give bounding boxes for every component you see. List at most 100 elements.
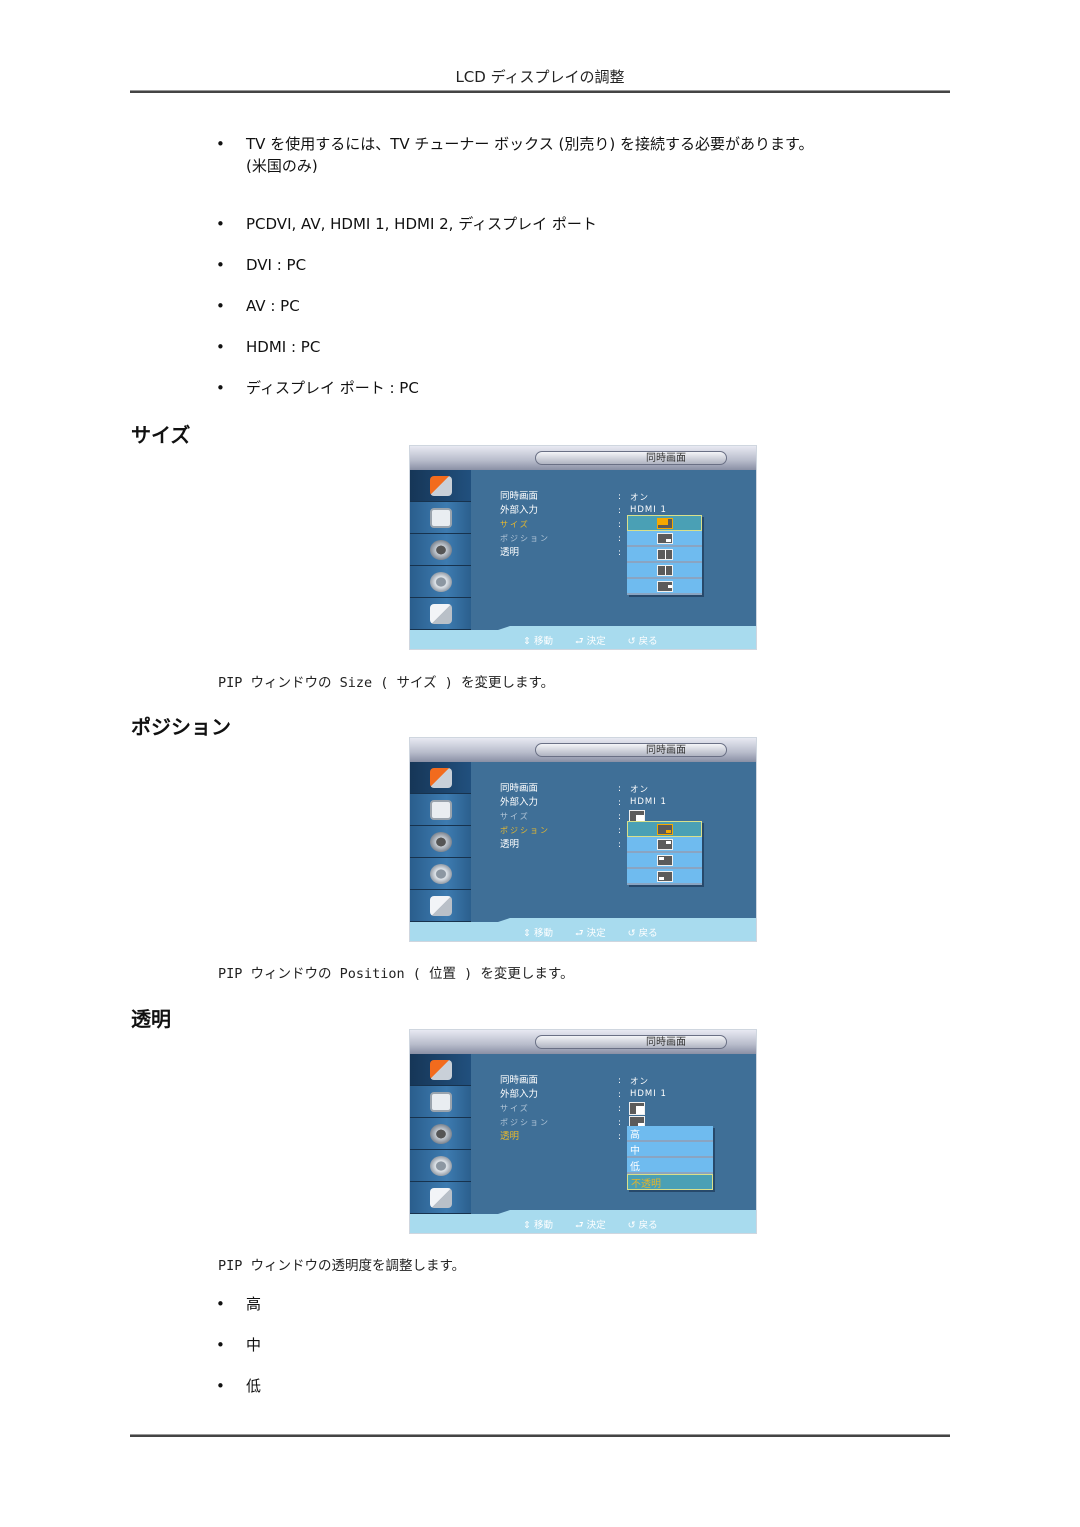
osd-menu-rows: 同時画面 外部入力 サイズ ポジション 透明 [500, 490, 550, 560]
osd-sidebar-item-setup[interactable] [410, 566, 471, 598]
osd-sidebar-item-input[interactable] [410, 762, 471, 794]
multi-control-icon [429, 603, 452, 624]
osd-title: 同時画面 [535, 1035, 727, 1049]
osd-row[interactable]: サイズ [500, 810, 550, 824]
dropdown-option[interactable]: 不透明 [627, 1174, 713, 1190]
bullet-item: • PCDVI, AV, HDMI 1, HDMI 2, ディスプレイ ポート [216, 215, 597, 233]
osd-row[interactable]: 同時画面 [500, 490, 550, 504]
dropdown-option[interactable]: 中 [627, 1142, 713, 1158]
osd-colon: : [618, 1118, 622, 1128]
osd-row[interactable]: サイズ [500, 518, 550, 532]
osd-value-source: HDMI 1 [630, 797, 667, 807]
osd-hint: ⇕ 移動 [523, 636, 554, 647]
osd-row[interactable]: 同時画面 [500, 782, 550, 796]
osd-hint: ⇕ 移動 [523, 928, 554, 939]
dropdown-option-position-top-right[interactable] [627, 837, 702, 853]
osd-title-bar: 同時画面 [410, 1030, 756, 1054]
osd-hint: ⇕ 移動 [523, 1220, 554, 1231]
osd-sidebar-item-picture[interactable] [410, 1086, 471, 1118]
osd-menu-rows: 同時画面 外部入力 サイズ ポジション 透明 [500, 1074, 550, 1144]
dropdown-option-position-top-left[interactable] [627, 853, 702, 869]
osd-sidebar-item-picture[interactable] [410, 502, 471, 534]
osd-sidebar-item-input[interactable] [410, 470, 471, 502]
osd-sidebar-item-picture[interactable] [410, 794, 471, 826]
pip-position-top-right-icon [656, 838, 673, 850]
updown-arrow-icon: ⇕ [523, 636, 531, 647]
dropdown-option-size-2[interactable] [627, 531, 702, 547]
current-size-icon [629, 1102, 645, 1115]
dropdown-option-size-4[interactable] [627, 563, 702, 579]
osd-value-source: HDMI 1 [630, 505, 667, 515]
osd-value-pip: オン [630, 493, 650, 503]
dropdown-option-position-bottom-left[interactable] [627, 869, 702, 885]
pip-size-5-icon [656, 580, 673, 592]
osd-row[interactable]: 透明 [500, 1130, 550, 1144]
osd-sidebar-item-sound[interactable] [410, 826, 471, 858]
position-dropdown [627, 821, 702, 885]
osd-colon: : [618, 1104, 622, 1114]
osd-row[interactable]: 外部入力 [500, 504, 550, 518]
osd-sidebar-item-multi-control[interactable] [410, 1182, 471, 1214]
picture-icon [429, 1091, 452, 1112]
osd-menu-position: 同時画面 同時画面 外部入力 サイズ ポジション 透明::::: オン HDMI 1 ⇕ 移動 ⮐… [410, 738, 756, 941]
dropdown-option[interactable]: 高 [627, 1126, 713, 1142]
sound-icon [429, 1123, 452, 1144]
osd-colon: : [618, 520, 622, 530]
osd-sidebar-item-sound[interactable] [410, 1118, 471, 1150]
pip-size-2-icon [656, 532, 673, 544]
bullet-item: • DVI : PC [216, 256, 307, 274]
osd-row[interactable]: ポジション [500, 824, 550, 838]
osd-colon: : [618, 1076, 622, 1086]
osd-colon: : [618, 492, 622, 502]
osd-row[interactable]: ポジション [500, 532, 550, 546]
dropdown-option-position-bottom-right[interactable] [627, 821, 702, 837]
osd-colon: : [618, 784, 622, 794]
enter-icon: ⮐ [575, 928, 584, 939]
osd-colon: : [618, 1132, 622, 1142]
pip-size-4-icon [656, 564, 673, 576]
osd-sidebar-item-sound[interactable] [410, 534, 471, 566]
pip-position-bottom-right-icon [656, 823, 673, 835]
intro-bullet-list: • TV を使用するには、TV チューナー ボックス (別売り) を接続する必要が… [216, 133, 813, 177]
updown-arrow-icon: ⇕ [523, 1220, 531, 1231]
osd-menu-rows: 同時画面 外部入力 サイズ ポジション 透明 [500, 782, 550, 852]
osd-colon: : [618, 840, 622, 850]
osd-row[interactable]: ポジション [500, 1116, 550, 1130]
section-title-transparency: 透明 [131, 1007, 171, 1031]
dropdown-option[interactable]: 低 [627, 1158, 713, 1174]
osd-colon: : [618, 812, 622, 822]
enter-icon: ⮐ [575, 1220, 584, 1231]
bullet-item: • 低 [216, 1377, 262, 1395]
osd-sidebar-item-input[interactable] [410, 1054, 471, 1086]
osd-sidebar-item-multi-control[interactable] [410, 890, 471, 922]
picture-icon [429, 799, 452, 820]
sound-icon [429, 831, 452, 852]
osd-sidebar-item-setup[interactable] [410, 858, 471, 890]
osd-title: 同時画面 [535, 743, 727, 757]
osd-hint-bar: ⇕ 移動 ⮐ 決定 ↺ 戻る [410, 1214, 756, 1233]
osd-colon: : [618, 826, 622, 836]
setup-icon [429, 1155, 452, 1176]
osd-value-pip: オン [630, 1077, 650, 1087]
osd-row[interactable]: 外部入力 [500, 1088, 550, 1102]
input-icon [429, 1059, 452, 1080]
dropdown-option-size-1[interactable] [627, 515, 702, 531]
osd-title: 同時画面 [535, 451, 727, 465]
enter-icon: ⮐ [575, 636, 584, 647]
size-dropdown [627, 515, 702, 595]
osd-row[interactable]: 透明 [500, 838, 550, 852]
multi-control-icon [429, 1187, 452, 1208]
dropdown-option-size-5[interactable] [627, 579, 702, 595]
pip-size-3-icon [656, 548, 673, 560]
osd-sidebar-item-multi-control[interactable] [410, 598, 471, 630]
dropdown-option-size-3[interactable] [627, 547, 702, 563]
osd-hint: ↺ 戻る [627, 636, 658, 647]
osd-sidebar-item-setup[interactable] [410, 1150, 471, 1182]
osd-row[interactable]: 同時画面 [500, 1074, 550, 1088]
footer-rule [130, 1434, 950, 1437]
osd-row[interactable]: サイズ [500, 1102, 550, 1116]
osd-row[interactable]: 外部入力 [500, 796, 550, 810]
osd-hint-bar: ⇕ 移動 ⮐ 決定 ↺ 戻る [410, 922, 756, 941]
osd-row[interactable]: 透明 [500, 546, 550, 560]
osd-title-bar: 同時画面 [410, 446, 756, 470]
